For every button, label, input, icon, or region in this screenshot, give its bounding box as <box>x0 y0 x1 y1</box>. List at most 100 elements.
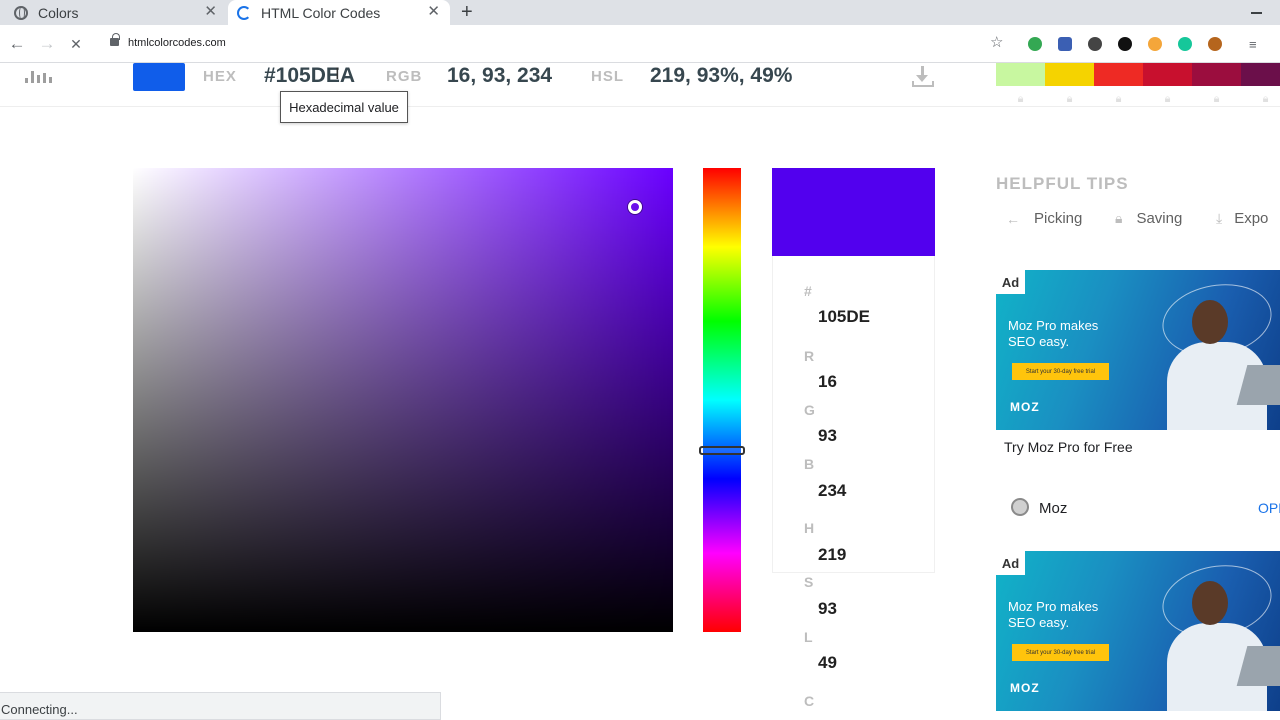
g-field-label: G <box>804 402 815 418</box>
palette-swatch[interactable] <box>1045 63 1094 86</box>
ad-person-image <box>1152 556 1280 711</box>
close-tab-icon[interactable]: ✕ <box>427 4 440 20</box>
b-field[interactable]: 234 <box>818 481 846 501</box>
rgb-value[interactable]: 16, 93, 234 <box>447 64 552 88</box>
color-bar: HEX #105DEA RGB 16, 93, 234 HSL 219, 93%… <box>0 63 1280 107</box>
palette-swatch[interactable] <box>1241 63 1280 86</box>
moz-ad-banner[interactable]: Ad Moz Pro makes SEO easy. Start your 30… <box>996 270 1280 430</box>
bookmark-star-icon[interactable]: ☆ <box>990 33 1003 51</box>
browser-window: { "browser": { "tabs": [ {"title": "Colo… <box>0 0 1280 720</box>
tip-picking[interactable]: ← Picking <box>1006 210 1082 227</box>
address-bar[interactable]: htmlcolorcodes.com <box>98 30 1018 58</box>
picker-handle[interactable] <box>628 200 642 214</box>
arrow-left-icon: ← <box>1006 210 1020 227</box>
tab-colors[interactable]: Colors ✕ <box>0 0 227 25</box>
reading-list-icon[interactable]: ≡ <box>1249 37 1257 52</box>
hex-tooltip: Hexadecimal value <box>280 91 408 123</box>
status-bar: Connecting... <box>0 692 441 720</box>
tab-html-color-codes[interactable]: HTML Color Codes ✕ <box>228 0 450 25</box>
palette-locks: 🔒︎ 🔒︎ 🔒︎ 🔒︎ 🔒︎ 🔒︎ <box>996 93 1280 106</box>
b-field-label: B <box>804 456 815 472</box>
color-values-panel <box>772 256 935 573</box>
s-field[interactable]: 93 <box>818 599 837 619</box>
extension-icon[interactable] <box>1058 37 1072 51</box>
hue-slider[interactable] <box>703 168 741 632</box>
hex-field-label: # <box>804 283 812 299</box>
hex-label: HEX <box>203 68 237 85</box>
ad-headline: Moz Pro makes SEO easy. <box>1008 599 1099 630</box>
rgb-label: RGB <box>386 68 423 85</box>
color-palette[interactable] <box>996 63 1280 86</box>
tip-label: Expo <box>1234 210 1269 227</box>
lock-icon[interactable]: 🔒︎ <box>996 93 1045 106</box>
hue-slider-handle[interactable] <box>699 446 745 455</box>
lock-icon[interactable]: 🔒︎ <box>1192 93 1241 106</box>
tab-strip: Colors ✕ HTML Color Codes ✕ + <box>0 0 1280 25</box>
moz-ad-banner[interactable]: Ad Moz Pro makes SEO easy. Start your 30… <box>996 551 1280 711</box>
open-ad-link[interactable]: OPEN <box>1258 500 1280 516</box>
new-tab-icon[interactable]: + <box>461 1 473 23</box>
g-field[interactable]: 93 <box>818 426 837 446</box>
stats-icon[interactable] <box>25 71 52 83</box>
l-field[interactable]: 49 <box>818 653 837 673</box>
r-field-label: R <box>804 348 815 364</box>
extension-plus-icon[interactable] <box>1028 37 1042 51</box>
ad-badge: Ad <box>996 270 1025 294</box>
moz-logo: MOZ <box>1010 681 1040 695</box>
hex-value[interactable]: #105DEA <box>264 64 355 88</box>
loading-spinner-icon <box>237 5 251 20</box>
extension-code-icon[interactable] <box>1118 37 1132 51</box>
color-swatch[interactable] <box>133 63 185 91</box>
lock-icon[interactable]: 🔒︎ <box>1094 93 1143 106</box>
cookie-icon[interactable] <box>1208 37 1222 51</box>
download-icon: ⤓ <box>1216 210 1223 226</box>
ad-cta-button[interactable]: Start your 30-day free trial <box>1012 363 1109 380</box>
tip-export[interactable]: ⤓ Expo <box>1216 210 1268 227</box>
forward-icon[interactable]: → <box>37 34 57 54</box>
c-field-label: C <box>804 693 815 709</box>
back-icon[interactable]: ← <box>7 34 27 54</box>
download-icon[interactable] <box>911 66 935 88</box>
text-cursor-icon: I <box>335 64 340 83</box>
stop-loading-icon[interactable]: ✕ <box>67 35 85 53</box>
h-field[interactable]: 219 <box>818 545 846 565</box>
tip-label: Saving <box>1136 210 1183 227</box>
lock-icon: 🔒︎ <box>1115 210 1123 226</box>
extension-icon[interactable] <box>1148 37 1162 51</box>
color-preview <box>772 168 935 256</box>
hex-field[interactable]: 105DE <box>818 307 870 327</box>
palette-swatch[interactable] <box>1094 63 1143 86</box>
ad-headline: Moz Pro makes SEO easy. <box>1008 318 1099 349</box>
extension-icon[interactable] <box>1088 37 1102 51</box>
helpful-tips-title: HELPFUL TIPS <box>996 174 1129 193</box>
url-text[interactable]: htmlcolorcodes.com <box>128 37 226 49</box>
l-field-label: L <box>804 629 813 645</box>
r-field[interactable]: 16 <box>818 372 837 392</box>
lock-icon <box>110 33 120 46</box>
globe-icon <box>14 5 28 20</box>
grammarly-icon[interactable] <box>1178 37 1192 51</box>
minimize-icon[interactable] <box>1251 12 1262 14</box>
s-field-label: S <box>804 574 814 590</box>
close-tab-icon[interactable]: ✕ <box>204 4 217 20</box>
ad-caption[interactable]: Try Moz Pro for Free <box>1004 439 1133 455</box>
palette-swatch[interactable] <box>996 63 1045 86</box>
lock-icon[interactable]: 🔒︎ <box>1045 93 1094 106</box>
saturation-value-picker[interactable] <box>133 168 673 632</box>
globe-icon <box>1011 498 1029 516</box>
lock-icon[interactable]: 🔒︎ <box>1143 93 1192 106</box>
palette-swatch[interactable] <box>1143 63 1192 86</box>
ad-badge: Ad <box>996 551 1025 575</box>
tab-title: HTML Color Codes <box>261 4 381 21</box>
ad-person-image <box>1152 275 1280 430</box>
lock-icon[interactable]: 🔒︎ <box>1241 93 1280 106</box>
tab-title: Colors <box>38 4 79 21</box>
tip-label: Picking <box>1034 210 1083 227</box>
advertiser-name[interactable]: Moz <box>1039 500 1067 517</box>
ad-cta-button[interactable]: Start your 30-day free trial <box>1012 644 1109 661</box>
tip-saving[interactable]: 🔒︎ Saving <box>1115 210 1182 227</box>
palette-swatch[interactable] <box>1192 63 1241 86</box>
hsl-value[interactable]: 219, 93%, 49% <box>650 64 792 88</box>
moz-logo: MOZ <box>1010 400 1040 414</box>
hsl-label: HSL <box>591 68 624 85</box>
